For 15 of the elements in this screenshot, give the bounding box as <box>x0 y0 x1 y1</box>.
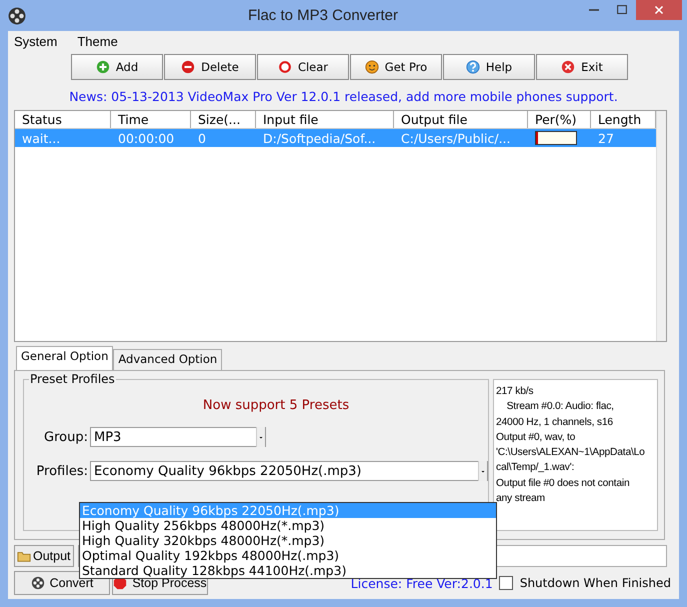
table-cell-text: C:/Users/Public/... <box>400 130 512 146</box>
news-text: News: 05-13-2013 VideoMax Pro Ver 12.0.1 released, add more mobile phones support. <box>68 89 619 106</box>
group-title: Preset Profiles <box>29 372 116 386</box>
field-label: Profiles: <box>35 464 89 478</box>
window-title: Flac to MP3 Converter <box>246 7 400 24</box>
license-text: License: Free Ver:2.0.1 <box>350 576 493 590</box>
table-cell-text: 00:00:00 <box>117 130 176 146</box>
checkbox-label: Shutdown When Finished <box>520 576 671 590</box>
notice-text: Now support 5 Presets <box>202 398 350 413</box>
table-cell-text: D:/Softpedia/Sof... <box>262 130 377 146</box>
log-text: 217 kb/s Stream #0.0: Audio: flac, 24000 Hz, 1 channels, s16 Output #0, wav, to 'C:\Users\ALEXAN~1\AppData\Lo cal\Temp/_1.wav': Output file #0 does not contain any stream <box>493 379 658 531</box>
table-cell-text: wait... <box>21 130 62 146</box>
table-cell-text: 0 <box>197 130 207 146</box>
field-label: Group: <box>43 430 89 444</box>
table-cell-text: 27 <box>597 130 615 146</box>
